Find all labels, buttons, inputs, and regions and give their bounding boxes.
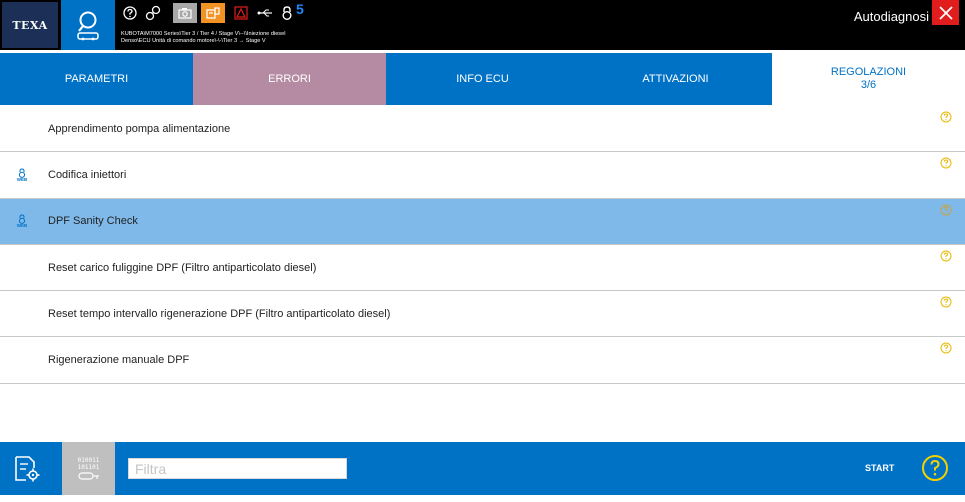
tab-parametri[interactable]: PARAMETRI: [0, 53, 193, 105]
list-item-label: Rigenerazione manuale DPF: [48, 354, 190, 367]
device-tool-button[interactable]: [201, 3, 225, 23]
key-icon: [77, 471, 99, 480]
help-tool-button[interactable]: [121, 3, 139, 23]
connection-tool-button[interactable]: [144, 3, 162, 23]
texa-logo: TEXA: [2, 2, 58, 48]
search-car-icon: [77, 11, 99, 41]
binary-line: 101101: [77, 463, 100, 471]
list-item-selected[interactable]: WEB DPF Sanity Check: [0, 198, 965, 245]
mode-title: Autodiagnosi: [853, 9, 929, 24]
device-icon: [206, 7, 220, 19]
list-item-label: DPF Sanity Check: [48, 215, 138, 228]
tab-page-indicator: 3/6: [860, 79, 877, 91]
list-item-label: Reset tempo intervallo rigenerazione DPF…: [48, 307, 391, 320]
tab-label: INFO ECU: [456, 72, 509, 85]
close-button[interactable]: [932, 0, 959, 25]
list-item-label: Apprendimento pompa alimentazione: [48, 122, 231, 135]
ecu-data-button[interactable]: 010011 101101: [62, 442, 115, 495]
help-circle-icon[interactable]: [940, 157, 952, 169]
help-circle-icon[interactable]: [940, 204, 952, 216]
tab-regolazioni[interactable]: REGOLAZIONI 3/6: [772, 53, 965, 105]
notification-count: 5: [296, 1, 304, 17]
help-circle-icon[interactable]: [921, 454, 949, 482]
usb-icon: [257, 9, 272, 17]
list-item[interactable]: Reset carico fuliggine DPF (Filtro antip…: [0, 244, 965, 292]
list-item[interactable]: Rigenerazione manuale DPF: [0, 337, 965, 384]
binary-line: 010011: [77, 456, 100, 464]
list-item[interactable]: Reset tempo intervallo rigenerazione DPF…: [0, 291, 965, 338]
warning-tool-button[interactable]: [229, 3, 253, 23]
list-item[interactable]: Apprendimento pompa alimentazione: [0, 106, 965, 153]
diagnosis-mode-button[interactable]: [61, 0, 115, 50]
list-item-label: Reset carico fuliggine DPF (Filtro antip…: [48, 261, 317, 274]
tab-attivazioni[interactable]: ATTIVAZIONI: [579, 53, 772, 105]
link-icon: [145, 5, 161, 21]
close-icon: [938, 5, 953, 20]
settings-icon[interactable]: [12, 454, 42, 484]
vehicle-path: KUBOTA\M7000 Series\Tier 3 / Tier 4 / St…: [121, 31, 286, 37]
lock-icon: [282, 6, 292, 20]
warning-icon: [234, 6, 248, 20]
help-circle-icon[interactable]: [940, 250, 952, 262]
list-item[interactable]: WEB Codifica iniettori: [0, 152, 965, 199]
help-circle-icon[interactable]: [940, 296, 952, 308]
bottom-toolbar: 010011 101101 START: [0, 442, 965, 495]
section-tabs: PARAMETRI ERRORI INFO ECU ATTIVAZIONI RE…: [0, 53, 965, 105]
screenshot-tool-button[interactable]: [173, 3, 197, 23]
ecu-path: Denso\ECU Unità di comando motore\-\-\Ti…: [121, 38, 266, 44]
adjustment-list: Apprendimento pompa alimentazione WEB Co…: [0, 106, 965, 384]
camera-icon: [178, 8, 192, 19]
tab-label: REGOLAZIONI: [830, 66, 907, 78]
web-label: WEB: [16, 176, 28, 182]
usb-tool-button[interactable]: [256, 3, 274, 23]
start-button[interactable]: START: [865, 463, 894, 473]
top-bar: TEXA 5 KUBOTA\M7000 Series\Tier 3 / Tier…: [0, 0, 965, 50]
web-lock-badge: WEB: [14, 214, 30, 228]
tab-label: ERRORI: [268, 72, 311, 85]
lock-tool-button[interactable]: [280, 3, 294, 23]
web-lock-badge: WEB: [14, 168, 30, 182]
web-label: WEB: [16, 223, 28, 229]
tab-label: PARAMETRI: [64, 72, 129, 85]
filter-input[interactable]: [128, 458, 347, 479]
tab-errori[interactable]: ERRORI: [193, 53, 386, 105]
tab-label: ATTIVAZIONI: [642, 72, 709, 85]
bottom-edge: [0, 495, 965, 502]
list-item-label: Codifica iniettori: [48, 168, 127, 181]
help-circle-icon[interactable]: [940, 111, 952, 123]
help-circle-icon: [123, 6, 137, 20]
tab-info-ecu[interactable]: INFO ECU: [386, 53, 579, 105]
help-circle-icon[interactable]: [940, 342, 952, 354]
